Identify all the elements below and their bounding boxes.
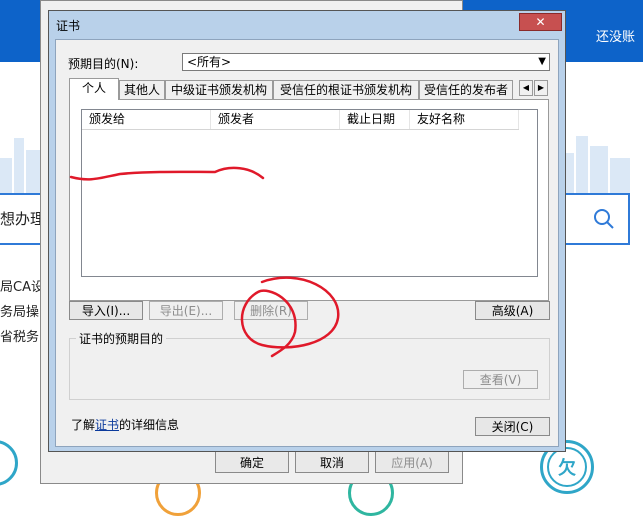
website-list-item[interactable]: 省税务 — [0, 326, 39, 345]
view-button[interactable]: 查看(V) — [463, 370, 538, 389]
website-list-item[interactable]: 局CA设 — [0, 276, 44, 295]
column-expiration[interactable]: 截止日期 — [340, 110, 410, 129]
purpose-select-value: <所有> — [187, 55, 232, 69]
chevron-down-icon: ▼ — [538, 56, 546, 67]
tab-panel-personal: 颁发给 颁发者 截止日期 友好名称 — [69, 99, 549, 301]
tab-trusted-publishers[interactable]: 受信任的发布者 — [419, 80, 513, 99]
dialog-title: 证书 — [56, 19, 81, 33]
advanced-button[interactable]: 高级(A) — [475, 301, 550, 320]
certificate-list[interactable]: 颁发给 颁发者 截止日期 友好名称 — [81, 109, 538, 277]
export-button[interactable]: 导出(E)... — [149, 301, 223, 320]
close-button[interactable]: 关闭(C) — [475, 417, 550, 436]
import-button[interactable]: 导入(I)... — [69, 301, 143, 320]
learn-more-link[interactable]: 证书 — [95, 418, 119, 432]
intended-purposes-group: 证书的预期目的 查看(V) — [69, 330, 550, 400]
arrears-glyph: 欠 — [547, 447, 587, 487]
close-icon[interactable]: ✕ — [519, 13, 562, 31]
header-account-link[interactable]: 还没账 — [596, 26, 635, 45]
group-title: 证书的预期目的 — [76, 330, 167, 347]
column-issued-by[interactable]: 颁发者 — [211, 110, 340, 129]
purpose-label: 预期目的(N): — [68, 57, 139, 71]
tab-other-people[interactable]: 其他人 — [119, 80, 165, 99]
remove-button[interactable]: 删除(R) — [234, 301, 308, 320]
purpose-select[interactable]: <所有> ▼ — [182, 53, 550, 71]
column-issued-to[interactable]: 颁发给 — [82, 110, 211, 129]
website-list-item[interactable]: 务局操 — [0, 301, 39, 320]
website-search-text: 想办理 — [0, 210, 46, 228]
learn-more-text: 了解证书的详细信息 — [71, 416, 179, 433]
certificates-dialog: 证书 ✕ 预期目的(N): <所有> ▼ 个人 其他人 中级证书颁发机构 受信任… — [48, 10, 566, 452]
column-friendly-name[interactable]: 友好名称 — [410, 110, 519, 129]
service-circle-icon[interactable] — [0, 440, 18, 486]
learn-more-suffix: 的详细信息 — [119, 418, 180, 432]
tab-scroll-right-icon[interactable]: ▶ — [534, 80, 548, 96]
learn-more-prefix: 了解 — [71, 418, 96, 432]
tab-trusted-root-ca[interactable]: 受信任的根证书颁发机构 — [273, 80, 419, 99]
tab-intermediate-ca[interactable]: 中级证书颁发机构 — [165, 80, 273, 99]
dialog-body: 预期目的(N): <所有> ▼ 个人 其他人 中级证书颁发机构 受信任的根证书颁… — [55, 39, 559, 447]
list-header: 颁发给 颁发者 截止日期 友好名称 — [82, 110, 519, 130]
cancel-button[interactable]: 取消 — [295, 451, 369, 473]
search-icon[interactable] — [590, 205, 618, 233]
tab-personal[interactable]: 个人 — [69, 78, 119, 100]
apply-button[interactable]: 应用(A) — [375, 451, 449, 473]
ok-button[interactable]: 确定 — [215, 451, 289, 473]
tab-scroll-left-icon[interactable]: ◀ — [519, 80, 533, 96]
